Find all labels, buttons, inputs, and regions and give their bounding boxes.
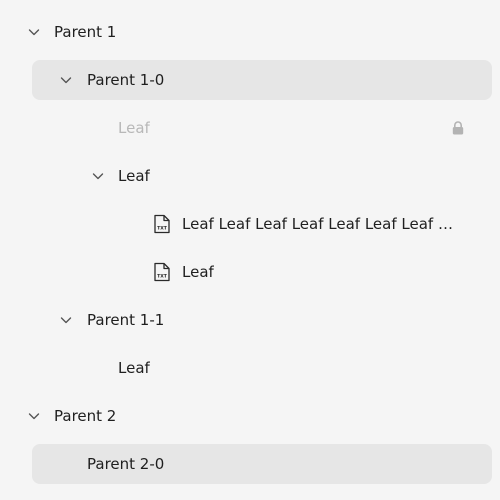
tree-node-label: Parent 1-0 [87,71,165,89]
txt-file-icon: TXT [153,214,171,234]
tree-node-leaf-1-1[interactable]: Leaf [0,348,500,388]
tree-node-label: Parent 2-0 [87,455,165,473]
tree-node-label: Leaf [118,359,150,377]
chevron-down-icon[interactable] [26,408,42,424]
chevron-down-icon[interactable] [58,312,74,328]
file-badge-text: TXT [157,274,168,280]
tree-node-leaf-file[interactable]: TXT Leaf [0,252,500,292]
tree-node-label: Parent 1 [54,23,117,41]
tree-node-parent-2[interactable]: Parent 2 [0,396,500,436]
tree-view: Parent 1 Parent 1-0 Leaf Leaf TXT Leaf L… [0,0,500,500]
tree-node-label: Parent 1-1 [87,311,165,329]
tree-node-parent-1-1[interactable]: Parent 1-1 [0,300,500,340]
file-badge-text: TXT [157,226,168,232]
tree-node-leaf-long[interactable]: TXT Leaf Leaf Leaf Leaf Leaf Leaf Leaf L… [0,204,500,244]
txt-file-icon: TXT [153,262,171,282]
tree-node-label: Parent 2 [54,407,117,425]
tree-node-label: Leaf [182,263,214,281]
tree-node-label: Leaf [118,119,150,137]
chevron-down-icon[interactable] [90,168,106,184]
tree-node-leaf-disabled: Leaf [0,108,500,148]
tree-node-label: Leaf [118,167,150,185]
tree-node-label: Leaf Leaf Leaf Leaf Leaf Leaf Leaf Leaf [182,215,460,233]
lock-icon [450,120,466,136]
chevron-down-icon[interactable] [58,72,74,88]
tree-node-parent-2-0[interactable]: Parent 2-0 [0,444,500,484]
tree-node-parent-1[interactable]: Parent 1 [0,12,500,52]
tree-node-parent-1-0[interactable]: Parent 1-0 [0,60,500,100]
tree-node-leaf-folder[interactable]: Leaf [0,156,500,196]
chevron-down-icon[interactable] [26,24,42,40]
